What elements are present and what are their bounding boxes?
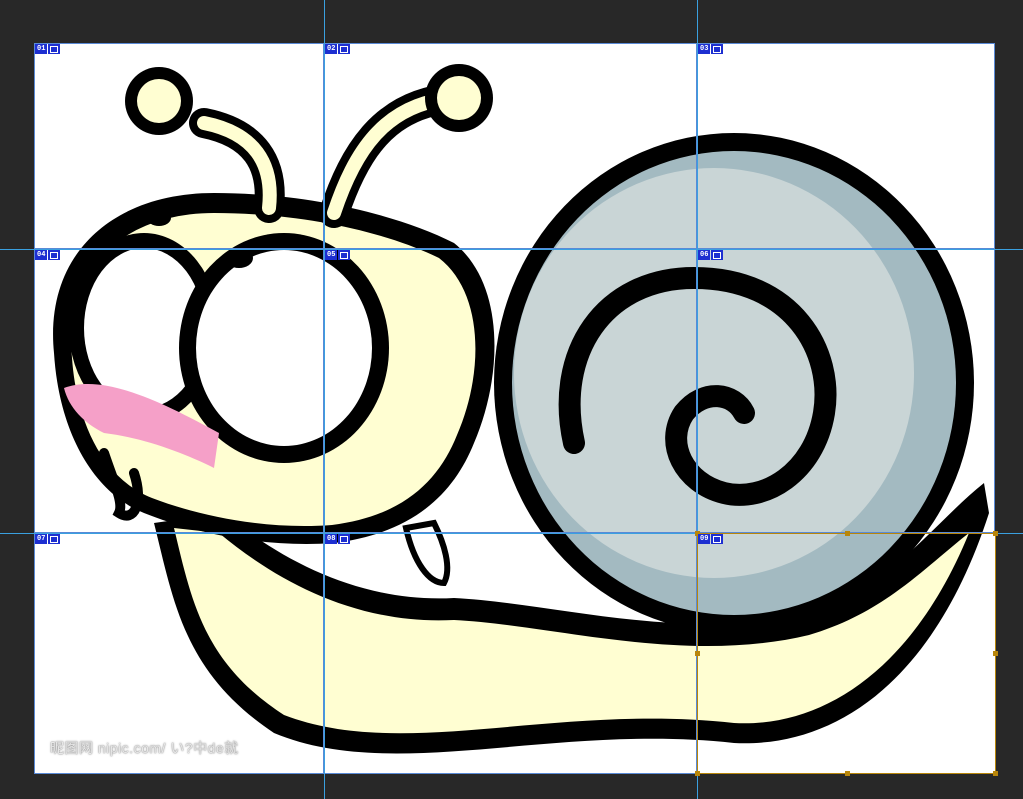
slice-number: 05 bbox=[325, 250, 338, 260]
image-slice-icon bbox=[338, 44, 351, 54]
resize-handle-top-right[interactable] bbox=[993, 531, 998, 536]
watermark-text: 昵图网 nipic.com/ い?中de就 bbox=[50, 740, 239, 756]
slice-number: 04 bbox=[35, 250, 48, 260]
slice-tag-01[interactable]: 01 bbox=[35, 44, 61, 54]
resize-handle-right[interactable] bbox=[993, 651, 998, 656]
resize-handle-bottom[interactable] bbox=[845, 771, 850, 776]
slice-tag-04[interactable]: 04 bbox=[35, 250, 61, 260]
slice-tag-08[interactable]: 08 bbox=[325, 534, 351, 544]
image-slice-icon bbox=[338, 250, 351, 260]
slice-tag-05[interactable]: 05 bbox=[325, 250, 351, 260]
slice-number: 02 bbox=[325, 44, 338, 54]
image-slice-icon bbox=[48, 44, 61, 54]
image-slice-icon bbox=[48, 534, 61, 544]
slice-number: 01 bbox=[35, 44, 48, 54]
slice-tag-06[interactable]: 06 bbox=[698, 250, 724, 260]
photoshop-workspace[interactable]: 昵图网 nipic.com/ い?中de就 01 02 03 04 05 06 … bbox=[0, 0, 1023, 799]
slice-tag-09[interactable]: 09 bbox=[698, 534, 724, 544]
slice-number: 03 bbox=[698, 44, 711, 54]
image-slice-icon bbox=[711, 44, 724, 54]
slice-tag-02[interactable]: 02 bbox=[325, 44, 351, 54]
vertical-guide[interactable] bbox=[324, 0, 325, 799]
image-slice-icon bbox=[338, 534, 351, 544]
slice-number: 08 bbox=[325, 534, 338, 544]
slice-number: 06 bbox=[698, 250, 711, 260]
resize-handle-top[interactable] bbox=[845, 531, 850, 536]
resize-handle-left[interactable] bbox=[695, 651, 700, 656]
slice-tag-07[interactable]: 07 bbox=[35, 534, 61, 544]
image-slice-icon bbox=[711, 534, 724, 544]
snail-antennae bbox=[125, 64, 493, 228]
slice-number: 09 bbox=[698, 534, 711, 544]
horizontal-guide[interactable] bbox=[0, 249, 1023, 250]
image-slice-icon bbox=[711, 250, 724, 260]
selected-slice-09[interactable] bbox=[695, 531, 998, 776]
slice-tag-03[interactable]: 03 bbox=[698, 44, 724, 54]
image-slice-icon bbox=[48, 250, 61, 260]
resize-handle-bottom-right[interactable] bbox=[993, 771, 998, 776]
slice-number: 07 bbox=[35, 534, 48, 544]
resize-handle-bottom-left[interactable] bbox=[695, 771, 700, 776]
